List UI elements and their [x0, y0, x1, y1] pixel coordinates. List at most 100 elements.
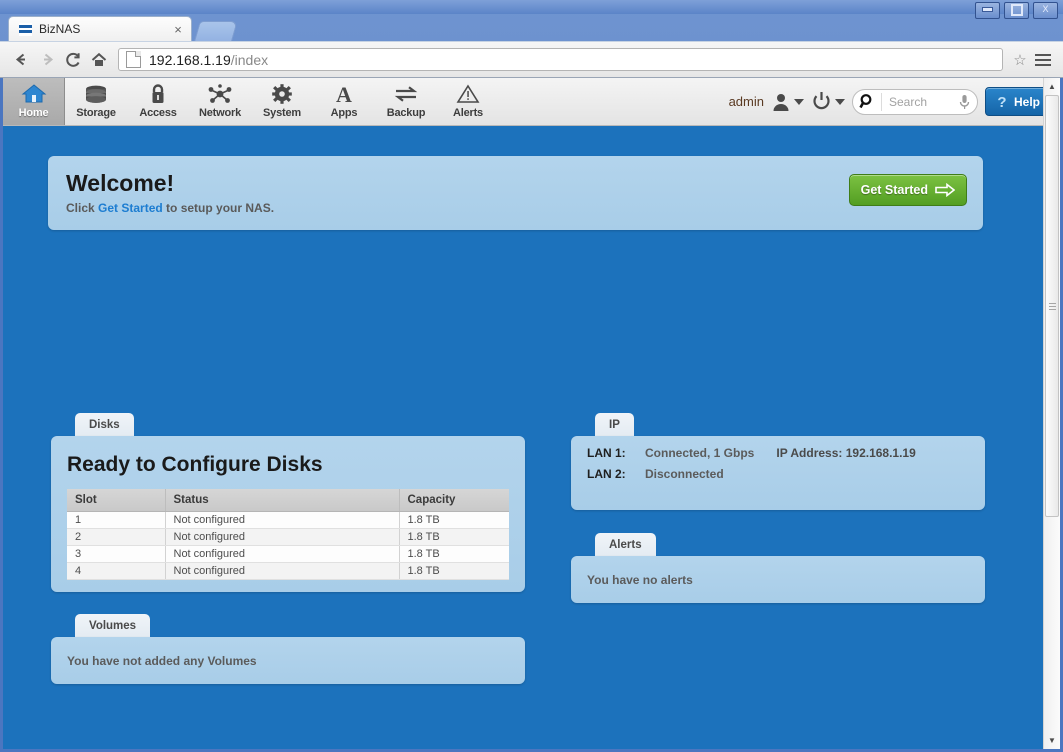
- power-icon: [813, 92, 830, 110]
- lan2-label: LAN 2:: [587, 467, 626, 481]
- scroll-up-icon[interactable]: ▲: [1044, 78, 1060, 95]
- gear-icon: [269, 82, 295, 106]
- page-icon: [126, 51, 141, 68]
- lan1-status: Connected, 1 Gbps: [645, 446, 755, 460]
- scrollbar-thumb[interactable]: [1045, 95, 1059, 517]
- get-started-link[interactable]: Get Started: [98, 201, 163, 215]
- nav-label-apps: Apps: [330, 107, 358, 119]
- disk-capacity: 1.8 TB: [399, 528, 509, 546]
- microphone-icon: [959, 94, 970, 109]
- tab-strip: BizNAS ×: [0, 14, 1063, 41]
- tab-close-icon[interactable]: ×: [171, 22, 185, 37]
- get-started-button[interactable]: Get Started: [848, 174, 967, 206]
- nav-item-alerts[interactable]: Alerts: [437, 78, 499, 125]
- search-box[interactable]: [851, 88, 978, 115]
- bookmark-star-icon[interactable]: ☆: [1009, 51, 1031, 69]
- warning-triangle-icon: [455, 82, 481, 106]
- disk-capacity: 1.8 TB: [399, 511, 509, 529]
- letter-a-icon: A: [331, 82, 357, 106]
- volumes-message: You have not added any Volumes: [67, 653, 257, 668]
- disk-slot: 2: [67, 528, 166, 546]
- table-row[interactable]: 3 Not configured 1.8 TB: [67, 545, 509, 563]
- disk-slot: 1: [67, 511, 166, 529]
- browser-menu-icon[interactable]: [1031, 53, 1055, 66]
- tab-ip[interactable]: IP: [595, 413, 634, 437]
- get-started-label: Get Started: [860, 183, 928, 197]
- nav-item-access[interactable]: Access: [127, 78, 189, 125]
- biznas-stripes-icon: [19, 22, 32, 36]
- disks-col-capacity: Capacity: [399, 489, 509, 512]
- svg-text:A: A: [336, 83, 352, 105]
- tab-title: BizNAS: [39, 22, 81, 36]
- lan1-row: LAN 1: Connected, 1 Gbps IP Address: 192…: [587, 446, 969, 460]
- alerts-message: You have no alerts: [587, 572, 693, 587]
- help-button[interactable]: ? Help: [984, 87, 1050, 116]
- disk-status: Not configured: [165, 511, 400, 529]
- person-icon: [773, 93, 789, 111]
- nav-label-home: Home: [18, 107, 49, 119]
- disks-col-status: Status: [165, 489, 400, 512]
- scrollbar-track[interactable]: [1044, 95, 1060, 732]
- page-viewport: Home Storage Access Network System A App…: [0, 78, 1063, 752]
- nav-item-home[interactable]: Home: [3, 78, 65, 125]
- disks-col-slot: Slot: [67, 489, 166, 512]
- reload-icon[interactable]: [60, 47, 86, 73]
- disk-status: Not configured: [165, 562, 400, 580]
- disks-table: Slot Status Capacity 1 Not configured 1.…: [67, 489, 509, 580]
- welcome-suffix: to setup your NAS.: [162, 201, 275, 215]
- disk-capacity: 1.8 TB: [399, 562, 509, 580]
- nav-item-system[interactable]: System: [251, 78, 313, 125]
- welcome-prefix: Click: [66, 201, 99, 215]
- user-menu-button[interactable]: [771, 92, 804, 112]
- new-tab-button[interactable]: [194, 21, 238, 41]
- disks-heading: Ready to Configure Disks: [67, 453, 323, 476]
- table-row[interactable]: 1 Not configured 1.8 TB: [67, 511, 509, 529]
- address-bar[interactable]: 192.168.1.19/index: [118, 48, 1003, 71]
- tab-disks[interactable]: Disks: [75, 413, 134, 437]
- house-icon: [21, 82, 47, 106]
- url-host: 192.168.1.19: [149, 51, 231, 68]
- disk-status: Not configured: [165, 545, 400, 563]
- forward-icon[interactable]: [34, 47, 60, 73]
- browser-tab-biznas[interactable]: BizNAS ×: [8, 16, 192, 41]
- table-row[interactable]: 2 Not configured 1.8 TB: [67, 528, 509, 546]
- nav-item-apps[interactable]: A Apps: [313, 78, 375, 125]
- welcome-heading: Welcome!: [66, 170, 175, 196]
- page-scrollbar[interactable]: ▲ ▼: [1043, 78, 1060, 749]
- tab-disks-label: Disks: [89, 419, 120, 431]
- table-row[interactable]: 4 Not configured 1.8 TB: [67, 562, 509, 580]
- ip-panel: LAN 1: Connected, 1 Gbps IP Address: 192…: [571, 436, 985, 510]
- nav-item-backup[interactable]: Backup: [375, 78, 437, 125]
- disk-slot: 4: [67, 562, 166, 580]
- tab-alerts-label: Alerts: [609, 539, 642, 551]
- scroll-down-icon[interactable]: ▼: [1044, 732, 1060, 749]
- tab-volumes[interactable]: Volumes: [75, 614, 151, 638]
- search-divider: [880, 92, 882, 111]
- disks-table-header-row: Slot Status Capacity: [67, 489, 509, 512]
- home-icon[interactable]: [86, 47, 112, 73]
- back-icon[interactable]: [8, 47, 34, 73]
- arrow-right-icon: [935, 183, 955, 197]
- welcome-panel: Welcome! Click Get Started to setup your…: [48, 156, 983, 230]
- disk-status: Not configured: [165, 528, 400, 546]
- close-icon: X: [1042, 4, 1049, 14]
- minimize-icon: [982, 7, 993, 13]
- browser-toolbar: 192.168.1.19/index ☆: [0, 41, 1063, 78]
- power-menu-button[interactable]: [811, 91, 845, 112]
- nav-label-network: Network: [199, 107, 241, 119]
- network-nodes-icon: [207, 82, 233, 106]
- nav-label-system: System: [263, 107, 301, 119]
- lan1-label: LAN 1:: [587, 446, 626, 460]
- two-arrows-icon: [393, 82, 419, 106]
- welcome-subtext: Click Get Started to setup your NAS.: [66, 201, 965, 215]
- nav-item-storage[interactable]: Storage: [65, 78, 127, 125]
- chevron-down-icon: [793, 98, 804, 105]
- disk-capacity: 1.8 TB: [399, 545, 509, 563]
- search-input[interactable]: [886, 93, 958, 110]
- volumes-panel: You have not added any Volumes: [51, 637, 525, 684]
- lan1-address: IP Address: 192.168.1.19: [776, 446, 916, 460]
- nav-item-network[interactable]: Network: [189, 78, 251, 125]
- admin-username: admin: [728, 94, 764, 109]
- nav-label-alerts: Alerts: [453, 107, 483, 119]
- tab-alerts[interactable]: Alerts: [595, 533, 656, 557]
